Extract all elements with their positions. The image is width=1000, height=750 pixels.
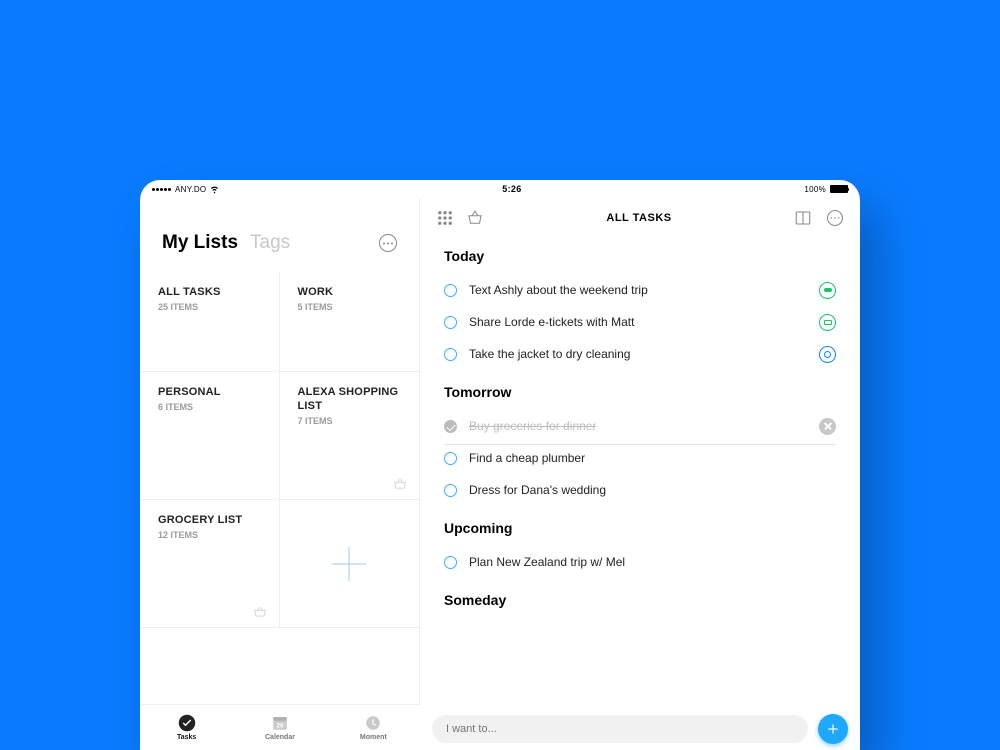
sidebar-title[interactable]: My Lists [162, 232, 238, 254]
svg-text:26: 26 [276, 723, 284, 730]
task-text: Share Lorde e-tickets with Matt [469, 315, 634, 329]
task-checkbox[interactable] [444, 484, 457, 497]
more-icon[interactable] [826, 209, 844, 227]
battery-icon [830, 185, 848, 193]
list-count: 5 ITEMS [298, 302, 402, 312]
task-row[interactable]: Text Ashly about the weekend trip [444, 274, 836, 306]
basket-icon[interactable] [466, 209, 484, 227]
task-checkbox[interactable] [444, 348, 457, 361]
clock-label: 5:26 [219, 184, 804, 194]
mail-badge-icon[interactable] [819, 314, 836, 331]
list-count: 6 ITEMS [158, 402, 261, 412]
task-checkbox[interactable] [444, 284, 457, 297]
list-name: ALEXA SHOPPING LIST [298, 386, 402, 414]
composer-bar [432, 714, 848, 744]
section-today: Today [444, 248, 836, 264]
list-name: ALL TASKS [158, 286, 261, 300]
main-toolbar: ALL TASKS [420, 198, 860, 232]
sidebar: My Lists Tags ALL TASKS 25 ITEMS WORK 5 … [140, 198, 420, 750]
tab-tasks[interactable]: Tasks [140, 705, 233, 750]
plus-icon [332, 547, 366, 581]
section-someday: Someday [444, 592, 836, 608]
list-cell-work[interactable]: WORK 5 ITEMS [280, 272, 420, 372]
list-cell-all-tasks[interactable]: ALL TASKS 25 ITEMS [140, 272, 280, 372]
bottom-tab-bar: Tasks 26 Calendar Moment [140, 704, 420, 750]
sidebar-more-button[interactable] [379, 234, 397, 252]
task-list: Today Text Ashly about the weekend trip … [420, 232, 860, 688]
list-count: 25 ITEMS [158, 302, 261, 312]
task-row[interactable]: Share Lorde e-tickets with Matt [444, 306, 836, 338]
task-checkbox[interactable] [444, 556, 457, 569]
task-row[interactable]: Dress for Dana's wedding [444, 474, 836, 506]
task-text: Text Ashly about the weekend trip [469, 283, 648, 297]
split-view-icon[interactable] [794, 209, 812, 227]
task-row[interactable]: Take the jacket to dry cleaning [444, 338, 836, 370]
list-cell-personal[interactable]: PERSONAL 6 ITEMS [140, 372, 280, 500]
task-checkbox[interactable] [444, 316, 457, 329]
composer-input[interactable] [432, 715, 808, 743]
basket-icon [253, 605, 267, 617]
tab-calendar[interactable]: 26 Calendar [233, 705, 326, 750]
carrier-label: ANY.DO [175, 185, 206, 194]
calendar-icon: 26 [271, 714, 289, 732]
tab-moment[interactable]: Moment [327, 705, 420, 750]
list-count: 12 ITEMS [158, 530, 261, 540]
tab-label: Calendar [265, 734, 295, 741]
status-badge-icon[interactable] [819, 282, 836, 299]
list-name: WORK [298, 286, 402, 300]
task-text: Take the jacket to dry cleaning [469, 347, 630, 361]
page-title: ALL TASKS [496, 212, 782, 224]
moment-icon [364, 714, 382, 732]
tab-label: Tasks [177, 734, 196, 741]
task-text: Plan New Zealand trip w/ Mel [469, 555, 625, 569]
task-text: Find a cheap plumber [469, 451, 585, 465]
task-checkbox-checked[interactable] [444, 420, 457, 433]
task-row[interactable]: Find a cheap plumber [444, 442, 836, 474]
grid-icon[interactable] [436, 209, 454, 227]
task-row-completed[interactable]: Buy groceries for dinner [444, 410, 836, 442]
sidebar-tab-tags[interactable]: Tags [250, 232, 290, 254]
add-task-fab[interactable] [818, 714, 848, 744]
section-upcoming: Upcoming [444, 520, 836, 536]
list-count: 7 ITEMS [298, 416, 402, 426]
task-checkbox[interactable] [444, 452, 457, 465]
status-bar: ANY.DO 5:26 100% [140, 180, 860, 198]
battery-percent-label: 100% [804, 185, 826, 194]
signal-dots-icon [152, 188, 171, 191]
list-cell-grocery[interactable]: GROCERY LIST 12 ITEMS [140, 500, 280, 628]
add-list-button[interactable] [280, 500, 420, 628]
list-cell-alexa-shopping[interactable]: ALEXA SHOPPING LIST 7 ITEMS [280, 372, 420, 500]
task-text: Buy groceries for dinner [469, 419, 596, 433]
dismiss-badge-icon[interactable] [819, 418, 836, 435]
ring-badge-icon[interactable] [819, 346, 836, 363]
lists-grid: ALL TASKS 25 ITEMS WORK 5 ITEMS PERSONAL… [140, 272, 419, 628]
task-text: Dress for Dana's wedding [469, 483, 606, 497]
task-row[interactable]: Plan New Zealand trip w/ Mel [444, 546, 836, 578]
list-name: GROCERY LIST [158, 514, 261, 528]
section-tomorrow: Tomorrow [444, 384, 836, 400]
list-name: PERSONAL [158, 386, 261, 400]
device-frame: ANY.DO 5:26 100% My Lists Tags [140, 180, 860, 750]
main-panel: ALL TASKS Today Text Ashly abo [420, 198, 860, 750]
tab-label: Moment [360, 734, 387, 741]
basket-icon [393, 477, 407, 489]
wifi-icon [210, 185, 219, 194]
check-circle-icon [178, 714, 196, 732]
